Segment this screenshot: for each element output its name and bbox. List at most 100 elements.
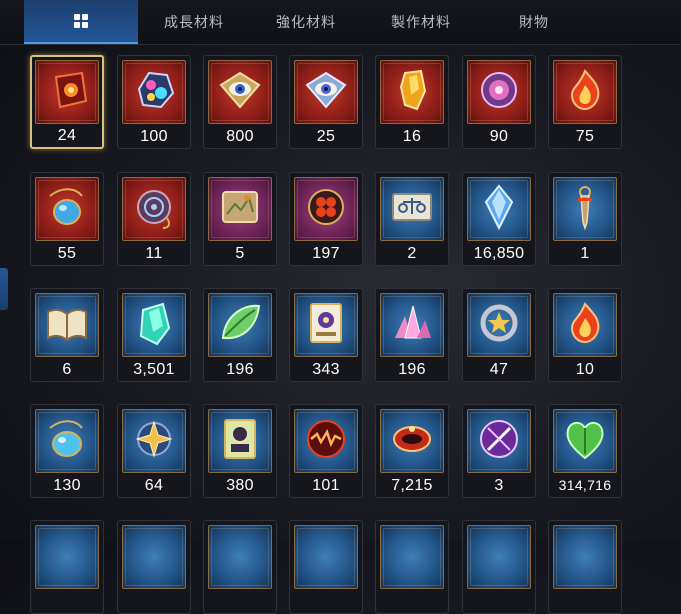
item-quantity: 47 — [489, 361, 509, 378]
item-frame — [380, 525, 444, 589]
item-frame — [294, 60, 358, 124]
item-frame — [294, 525, 358, 589]
item-quantity: 6 — [62, 361, 72, 378]
red-clover-ring-icon — [301, 182, 351, 237]
flame-charm-icon — [560, 298, 610, 353]
item-frame — [467, 177, 531, 241]
item-quantity: 16,850 — [473, 245, 525, 262]
inventory-slot[interactable]: 55 — [30, 172, 104, 266]
inventory-slot[interactable]: 90 — [462, 55, 536, 149]
inventory-slot[interactable]: 47 — [462, 288, 536, 382]
item-quantity: 24 — [57, 127, 77, 144]
item-quantity: 196 — [398, 361, 426, 378]
tab-enhancement-materials[interactable]: 強化材料 — [250, 0, 362, 44]
tab-all[interactable] — [24, 0, 138, 44]
item-frame — [294, 293, 358, 357]
pink-orb-icon — [474, 65, 524, 120]
inventory-slot[interactable] — [548, 520, 622, 614]
inventory-slot[interactable]: 3,501 — [117, 288, 191, 382]
item-quantity: 3 — [494, 477, 504, 494]
inventory-slot[interactable]: 196 — [203, 288, 277, 382]
inventory-slot[interactable]: 11 — [117, 172, 191, 266]
tab-treasure[interactable]: 財物 — [480, 0, 588, 44]
green-leaf-icon — [215, 298, 265, 353]
tab-growth-materials[interactable]: 成長材料 — [138, 0, 250, 44]
inventory-slot[interactable]: 2 — [375, 172, 449, 266]
inventory-slot[interactable]: 24 — [30, 55, 104, 149]
item-quantity: 314,716 — [558, 477, 612, 493]
item-frame — [208, 293, 272, 357]
item-frame — [553, 525, 617, 589]
item-quantity: 2 — [407, 245, 417, 262]
item-frame — [122, 525, 186, 589]
inventory-slot[interactable] — [30, 520, 104, 614]
item-frame — [380, 293, 444, 357]
inventory-slot[interactable] — [117, 520, 191, 614]
inventory-slot[interactable]: 25 — [289, 55, 363, 149]
star-ring-icon — [474, 298, 524, 353]
inventory-slot[interactable]: 1 — [548, 172, 622, 266]
inventory-slot[interactable]: 6 — [30, 288, 104, 382]
item-quantity: 10 — [575, 361, 595, 378]
item-quantity: 380 — [226, 477, 254, 494]
inventory-slot[interactable] — [203, 520, 277, 614]
gold-star-ring-icon — [129, 414, 179, 469]
item-frame — [208, 409, 272, 473]
inventory-slot[interactable]: 101 — [289, 404, 363, 498]
item-frame — [380, 60, 444, 124]
item-frame — [380, 177, 444, 241]
item-quantity: 25 — [316, 128, 336, 145]
tab-crafting-materials[interactable]: 製作材料 — [362, 0, 480, 44]
item-quantity: 343 — [312, 361, 340, 378]
inventory-slot[interactable]: 380 — [203, 404, 277, 498]
inventory-slot[interactable]: 5 — [203, 172, 277, 266]
item-frame — [122, 293, 186, 357]
item-frame — [467, 409, 531, 473]
inventory-slot[interactable]: 314,716 — [548, 404, 622, 498]
inventory-slot[interactable]: 100 — [117, 55, 191, 149]
item-frame — [122, 60, 186, 124]
inventory-slot[interactable]: 130 — [30, 404, 104, 498]
item-frame — [294, 409, 358, 473]
inventory-slot[interactable]: 64 — [117, 404, 191, 498]
purple-sword-seal-icon — [474, 414, 524, 469]
item-frame — [380, 409, 444, 473]
item-quantity: 1 — [580, 245, 590, 262]
inventory-slot[interactable]: 800 — [203, 55, 277, 149]
item-quantity: 11 — [145, 245, 163, 262]
item-frame — [467, 60, 531, 124]
inventory-slot[interactable]: 197 — [289, 172, 363, 266]
character-card-icon — [215, 414, 265, 469]
side-drawer-handle[interactable] — [0, 268, 8, 310]
item-quantity: 55 — [57, 245, 77, 262]
inventory-slot[interactable]: 3 — [462, 404, 536, 498]
item-quantity: 5 — [235, 245, 245, 262]
scale-ticket-icon — [387, 182, 437, 237]
item-frame — [35, 525, 99, 589]
medal-card-icon — [301, 298, 351, 353]
inventory-slot[interactable] — [375, 520, 449, 614]
map-scroll-icon — [215, 182, 265, 237]
item-frame — [553, 409, 617, 473]
inventory-slot[interactable]: 7,215 — [375, 404, 449, 498]
green-heart-icon — [560, 414, 610, 469]
inventory-slot[interactable] — [462, 520, 536, 614]
blue-pendant-icon — [42, 182, 92, 237]
item-frame — [553, 177, 617, 241]
inventory-slot[interactable]: 10 — [548, 288, 622, 382]
red-rune-stone-icon — [42, 65, 92, 120]
inventory-slot[interactable]: 196 — [375, 288, 449, 382]
inventory-slot[interactable]: 16,850 — [462, 172, 536, 266]
inventory-slot[interactable] — [289, 520, 363, 614]
inventory-slot[interactable]: 343 — [289, 288, 363, 382]
silver-eye-emblem-icon — [301, 65, 351, 120]
item-quantity: 16 — [402, 128, 422, 145]
item-frame — [122, 177, 186, 241]
red-bracelet-icon — [387, 414, 437, 469]
red-vortex-orb-icon — [301, 414, 351, 469]
flame-charm-icon — [560, 65, 610, 120]
spiral-pendant-icon — [129, 182, 179, 237]
inventory-slot[interactable]: 16 — [375, 55, 449, 149]
item-quantity: 90 — [489, 128, 509, 145]
inventory-slot[interactable]: 75 — [548, 55, 622, 149]
